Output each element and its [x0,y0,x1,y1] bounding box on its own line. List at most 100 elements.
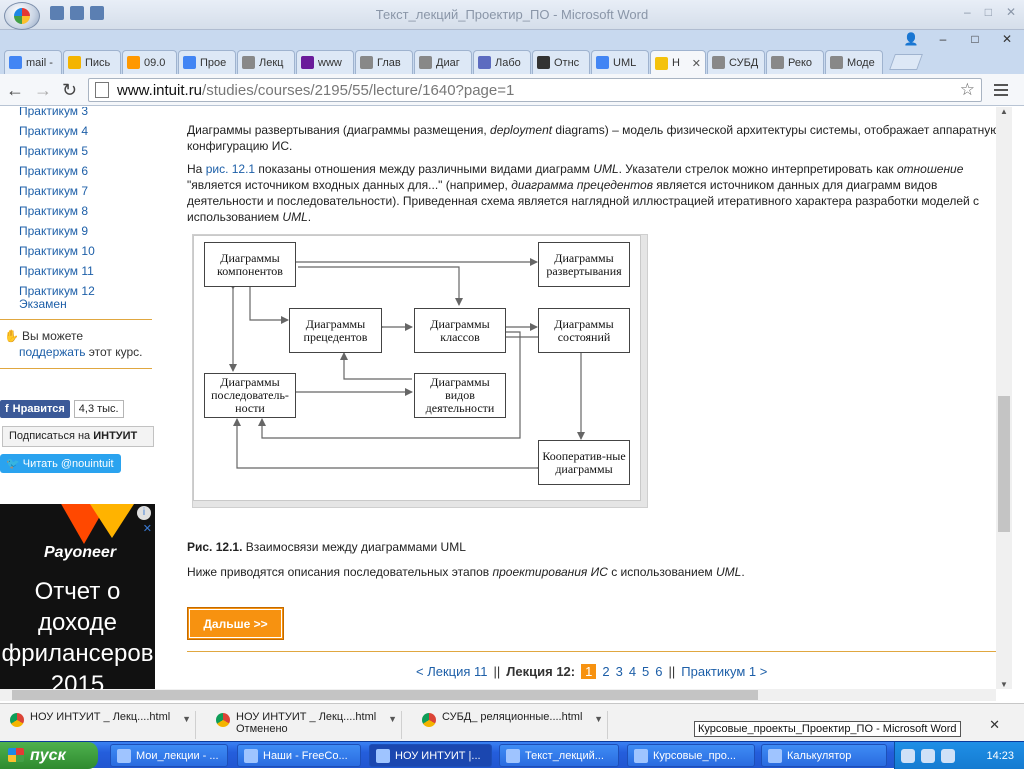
sidebar-link-practicum[interactable]: Практикум 9 [0,221,160,241]
browser-tab[interactable]: Н ✕ [650,50,706,75]
page-link-5[interactable]: 5 [642,664,649,679]
download-item-2[interactable]: НОУ ИНТУИТ _ Лекц....html Отменено ▼ [206,711,402,739]
sidebar-link-practicum[interactable]: Практикум 6 [0,161,160,181]
browser-tab[interactable]: 09.0 [122,50,177,74]
tray-icon[interactable] [941,748,955,763]
p2-text-b: показаны отношения между различными вида… [255,162,594,176]
vertical-scroll-thumb[interactable] [998,396,1010,532]
facebook-icon: f [5,403,9,415]
sidebar-link-practicum[interactable]: Практикум 7 [0,181,160,201]
tray-icon[interactable] [921,748,935,763]
url-text[interactable]: www.intuit.ru/studies/courses/2195/55/le… [117,82,514,99]
facebook-like-count: 4,3 тыс. [73,400,124,418]
reload-icon[interactable]: ↻ [62,80,77,101]
ad-close-icon[interactable]: ✕ [143,522,152,535]
download-menu-icon[interactable]: ▼ [594,714,603,724]
task-chrome[interactable]: НОУ ИНТУИТ |... [369,744,492,767]
chrome-menu-icon[interactable] [994,81,1008,99]
page-link-4[interactable]: 4 [629,664,636,679]
sidebar-link-practicum[interactable]: Практикум 4 [0,121,160,141]
minimize-button[interactable]: – [964,5,971,19]
ad-brand: Payoneer [44,544,117,561]
task-word-courses[interactable]: Курсовые_про... [627,744,755,767]
task-freecommander[interactable]: Наши - FreeCo... [237,744,361,767]
download-menu-icon[interactable]: ▼ [388,714,397,724]
browser-tab[interactable]: Диаг [414,50,472,74]
back-icon[interactable]: ← [6,80,24,101]
word-window-controls: – □ ✕ [964,5,1016,19]
page-content: Практикум 3 Практикум 4 Практикум 5 Практик… [0,107,1008,689]
browser-close-button[interactable]: ✕ [996,32,1018,46]
horizontal-scrollbar[interactable] [0,689,996,701]
download-menu-icon[interactable]: ▼ [182,714,191,724]
tab-label: Лабо [495,56,521,69]
page-link-3[interactable]: 3 [616,664,623,679]
sidebar-link-practicum[interactable]: Практикум 10 [0,241,160,261]
tab-label: www [318,56,342,69]
browser-minimize-button[interactable]: – [932,32,954,46]
support-hand-icon: ✋ [4,329,19,343]
browser-tab[interactable]: СУБД [707,50,765,74]
prev-lecture-link[interactable]: < Лекция 11 [416,664,488,679]
page-link-6[interactable]: 6 [655,664,662,679]
subscribe-button[interactable]: Подписаться на ИНТУИТ [2,426,154,447]
task-word-lectures[interactable]: Текст_лекций... [499,744,619,767]
p2-text-f: . [307,210,312,224]
browser-tab[interactable]: Реко [766,50,824,74]
page-link-2[interactable]: 2 [602,664,609,679]
sidebar-link-practicum[interactable]: Практикум 11 [0,261,160,281]
browser-tab[interactable]: Лабо [473,50,531,74]
tab-label: Отнс [554,56,580,69]
browser-tab[interactable]: Моде [825,50,883,74]
tab-favicon-icon [9,56,22,69]
sidebar-link-practicum[interactable]: Практикум 3 [0,107,160,121]
maximize-button[interactable]: □ [985,5,992,19]
browser-tab[interactable]: Глав [355,50,413,74]
browser-tab[interactable]: Лекц [237,50,295,74]
scroll-down-icon[interactable]: ▼ [1000,680,1008,689]
start-button[interactable]: пуск [0,742,98,769]
browser-tab[interactable]: www [296,50,354,74]
figure-link[interactable]: рис. 12.1 [206,162,255,176]
support-link[interactable]: поддержать [19,345,85,359]
browser-tab[interactable]: Пись [63,50,121,74]
next-practicum-link[interactable]: Практикум 1 > [681,664,767,679]
horizontal-scroll-thumb[interactable] [12,690,758,700]
task-calculator[interactable]: Калькулятор [761,744,887,767]
facebook-like-button[interactable]: f Нравится [0,400,70,418]
sidebar-link-practicum[interactable]: Практикум 5 [0,141,160,161]
vertical-scrollbar[interactable]: ▲ ▼ [996,107,1012,689]
new-tab-button[interactable] [889,54,923,70]
forward-icon[interactable]: → [34,80,52,101]
p3-text-c: . [741,565,745,579]
tab-strip: mail - Пись 09.0 Прое Лекц www Глав Диаг Лабо Отн… [0,48,1024,75]
downloads-close-icon[interactable]: ✕ [989,717,1000,733]
browser-maximize-button[interactable]: □ [964,32,986,46]
sidebar-link-practicum[interactable]: Практикум 8 [0,201,160,221]
bookmark-star-icon[interactable]: ☆ [960,80,975,100]
browser-tab[interactable]: mail - [4,50,62,74]
twitter-follow-button[interactable]: 🐦 Читать @nouintuit [0,454,121,473]
task-my-lectures[interactable]: Мои_лекции - ... [110,744,228,767]
scroll-up-icon[interactable]: ▲ [1000,107,1008,116]
support-suffix: этот курс. [88,345,143,359]
ad-info-icon[interactable]: i [137,506,151,520]
address-bar[interactable]: www.intuit.ru/studies/courses/2195/55/le… [88,78,982,102]
next-button[interactable]: Дальше >> [187,607,284,640]
taskbar-tooltip: Курсовые_проекты_Проектир_ПО - Microsoft… [694,721,961,737]
advertisement-banner[interactable]: i ✕ Payoneer Отчет о доходе фрилансеров … [0,504,155,689]
close-button[interactable]: ✕ [1006,5,1016,19]
tray-icon[interactable] [901,748,915,763]
download-item-3[interactable]: СУБД_ реляционные....html ▼ [412,711,608,739]
tab-close-icon[interactable]: ✕ [692,57,701,70]
profile-button[interactable]: 👤 [900,32,922,46]
download-item-1[interactable]: НОУ ИНТУИТ _ Лекц....html ▼ [0,711,196,739]
url-path: /studies/courses/2195/55/lecture/1640?pa… [202,81,515,99]
app-icon [244,748,258,763]
browser-tab[interactable]: Отнс [532,50,590,74]
page-link-1[interactable]: 1 [581,664,597,679]
browser-tab[interactable]: UML [591,50,649,74]
browser-tab[interactable]: Прое [178,50,236,74]
box-collaboration: Кооператив-ные диаграммы [538,440,630,485]
chrome-file-icon [216,713,230,727]
